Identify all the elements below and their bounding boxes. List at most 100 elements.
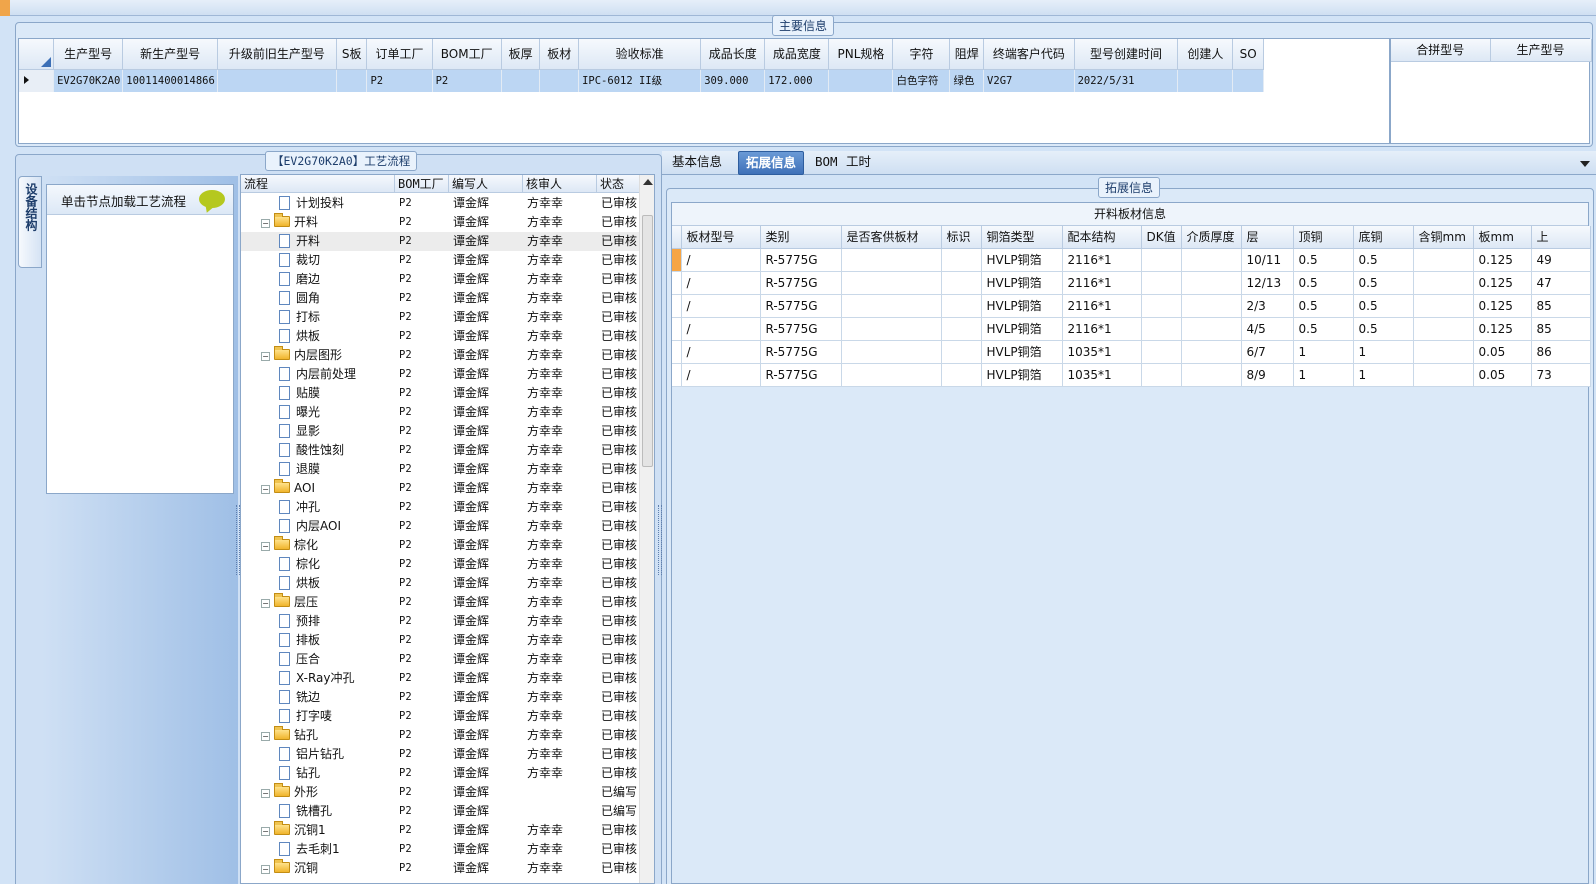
material-cell-2[interactable]: R-5775G bbox=[760, 363, 842, 387]
main-col-header-3[interactable]: 升级前旧生产型号 bbox=[217, 39, 337, 70]
tree-row[interactable]: 酸性蚀刻 P2 谭金辉 方幸幸 已审核 bbox=[241, 441, 641, 460]
material-cell-5[interactable]: HVLP铜箔 bbox=[981, 271, 1063, 295]
main-col-header-6[interactable]: BOM工厂 bbox=[432, 39, 502, 70]
main-cell-10[interactable]: 309.000 bbox=[700, 69, 766, 92]
material-cell-3[interactable] bbox=[841, 340, 942, 364]
material-cell-11[interactable]: 0.5 bbox=[1353, 317, 1414, 341]
material-cell-1[interactable]: / bbox=[681, 271, 761, 295]
main-col-header-18[interactable]: SO bbox=[1232, 39, 1264, 70]
material-col-header-7[interactable]: DK值 bbox=[1141, 226, 1182, 249]
tree-col-header-4[interactable]: 核审人 bbox=[523, 175, 597, 193]
material-row[interactable]: / R-5775G HVLP铜箔 2116*1 4/5 0.5 0.5 0.125 85 bbox=[672, 317, 1591, 341]
material-cell-10[interactable]: 1 bbox=[1293, 363, 1354, 387]
tabs-dropdown-icon[interactable] bbox=[1580, 161, 1590, 167]
collapse-icon[interactable]: − bbox=[261, 789, 270, 798]
row-indicator[interactable] bbox=[672, 317, 682, 341]
collapse-icon[interactable]: − bbox=[261, 219, 270, 228]
main-col-header-1[interactable]: 生产型号 bbox=[53, 39, 124, 70]
grid-corner[interactable] bbox=[19, 39, 55, 70]
material-cell-7[interactable] bbox=[1141, 363, 1182, 387]
collapse-icon[interactable]: − bbox=[261, 542, 270, 551]
material-cell-6[interactable]: 2116*1 bbox=[1062, 294, 1142, 318]
main-col-header-15[interactable]: 终端客户代码 bbox=[983, 39, 1075, 70]
material-col-header-11[interactable]: 底铜 bbox=[1353, 226, 1414, 249]
material-cell-12[interactable] bbox=[1413, 271, 1474, 295]
tree-row[interactable]: − 沉铜1 P2 谭金辉 方幸幸 已审核 bbox=[241, 821, 641, 840]
main-cell-5[interactable]: P2 bbox=[366, 69, 433, 92]
material-col-header-10[interactable]: 顶铜 bbox=[1293, 226, 1354, 249]
collapse-icon[interactable]: − bbox=[261, 352, 270, 361]
material-cell-13[interactable]: 0.05 bbox=[1473, 340, 1532, 364]
main-cell-6[interactable]: P2 bbox=[432, 69, 502, 92]
material-cell-5[interactable]: HVLP铜箔 bbox=[981, 248, 1063, 272]
tree-vertical-scrollbar[interactable] bbox=[639, 175, 654, 883]
main-cell-1[interactable]: EV2G70K2A0 bbox=[53, 69, 124, 92]
material-cell-4[interactable] bbox=[941, 340, 982, 364]
material-cell-2[interactable]: R-5775G bbox=[760, 317, 842, 341]
main-cell-15[interactable]: V2G7 bbox=[983, 69, 1075, 92]
main-cell-7[interactable] bbox=[501, 69, 541, 92]
material-cell-3[interactable] bbox=[841, 248, 942, 272]
material-cell-13[interactable]: 0.05 bbox=[1473, 363, 1532, 387]
material-row[interactable]: / R-5775G HVLP铜箔 1035*1 8/9 1 1 0.05 73 bbox=[672, 363, 1591, 387]
tree-row[interactable]: 显影 P2 谭金辉 方幸幸 已审核 bbox=[241, 422, 641, 441]
material-cell-9[interactable]: 12/13 bbox=[1241, 271, 1294, 295]
row-indicator[interactable] bbox=[672, 340, 682, 364]
tab-1[interactable]: 基本信息 bbox=[665, 151, 729, 175]
main-cell-8[interactable] bbox=[539, 69, 580, 92]
material-cell-9[interactable]: 6/7 bbox=[1241, 340, 1294, 364]
main-col-header-4[interactable]: S板 bbox=[336, 39, 368, 70]
tree-row[interactable]: − 内层图形 P2 谭金辉 方幸幸 已审核 bbox=[241, 346, 641, 365]
material-row[interactable]: / R-5775G HVLP铜箔 1035*1 6/7 1 1 0.05 86 bbox=[672, 340, 1591, 364]
material-cell-7[interactable] bbox=[1141, 248, 1182, 272]
material-cell-3[interactable] bbox=[841, 271, 942, 295]
main-cell-18[interactable] bbox=[1232, 69, 1264, 92]
material-cell-6[interactable]: 2116*1 bbox=[1062, 271, 1142, 295]
material-col-header-2[interactable]: 类别 bbox=[760, 226, 842, 249]
material-cell-9[interactable]: 4/5 bbox=[1241, 317, 1294, 341]
row-indicator[interactable] bbox=[672, 294, 682, 318]
collapse-icon[interactable]: − bbox=[261, 827, 270, 836]
material-cell-10[interactable]: 0.5 bbox=[1293, 271, 1354, 295]
tree-row[interactable]: 铣边 P2 谭金辉 方幸幸 已审核 bbox=[241, 688, 641, 707]
material-cell-5[interactable]: HVLP铜箔 bbox=[981, 294, 1063, 318]
tree-row[interactable]: 打标 P2 谭金辉 方幸幸 已审核 bbox=[241, 308, 641, 327]
material-col-header-4[interactable]: 标识 bbox=[941, 226, 982, 249]
main-cell-11[interactable]: 172.000 bbox=[764, 69, 830, 92]
material-cell-3[interactable] bbox=[841, 317, 942, 341]
tree-row[interactable]: 裁切 P2 谭金辉 方幸幸 已审核 bbox=[241, 251, 641, 270]
tree-row[interactable]: − AOI P2 谭金辉 方幸幸 已审核 bbox=[241, 479, 641, 498]
main-col-header-14[interactable]: 阻焊 bbox=[949, 39, 985, 70]
tree-col-header-5[interactable]: 状态 bbox=[597, 175, 641, 193]
row-indicator[interactable] bbox=[672, 363, 682, 387]
material-cell-14[interactable]: 47 bbox=[1531, 271, 1591, 295]
material-cell-13[interactable]: 0.125 bbox=[1473, 294, 1532, 318]
material-grid[interactable]: 板材型号 类别 是否客供板材 标识 铜箔类型 配本结构 DK值 介质厚度层顶铜 底铜 含铜mm 板m… bbox=[672, 226, 1591, 387]
material-cell-7[interactable] bbox=[1141, 271, 1182, 295]
material-cell-8[interactable] bbox=[1181, 294, 1242, 318]
row-indicator[interactable] bbox=[672, 248, 682, 272]
tab-2[interactable]: 拓展信息 bbox=[738, 151, 805, 175]
material-cell-12[interactable] bbox=[1413, 248, 1474, 272]
material-col-header-14[interactable]: 上 bbox=[1531, 226, 1591, 249]
tree-row[interactable]: 棕化 P2 谭金辉 方幸幸 已审核 bbox=[241, 555, 641, 574]
material-col-header-5[interactable]: 铜箔类型 bbox=[981, 226, 1063, 249]
tree-row[interactable]: 曝光 P2 谭金辉 方幸幸 已审核 bbox=[241, 403, 641, 422]
material-cell-8[interactable] bbox=[1181, 340, 1242, 364]
tree-row[interactable]: 去毛刺1 P2 谭金辉 方幸幸 已审核 bbox=[241, 840, 641, 859]
tree-row[interactable]: − 外形 P2 谭金辉 已编写 bbox=[241, 783, 641, 802]
process-tree[interactable]: 流程 BOM工厂 编写人 核审人 状态 计划投料 P2 谭金辉 方幸幸 已审核 − 开料 P2 谭金辉方… bbox=[240, 174, 655, 884]
tab-4[interactable]: 工时 bbox=[839, 151, 878, 175]
material-cell-10[interactable]: 0.5 bbox=[1293, 248, 1354, 272]
main-col-header-10[interactable]: 成品长度 bbox=[700, 39, 766, 70]
collapse-icon[interactable]: − bbox=[261, 599, 270, 608]
material-cell-9[interactable]: 8/9 bbox=[1241, 363, 1294, 387]
main-col-header-12[interactable]: PNL规格 bbox=[828, 39, 894, 70]
material-cell-4[interactable] bbox=[941, 317, 982, 341]
row-indicator[interactable] bbox=[672, 271, 682, 295]
material-cell-11[interactable]: 0.5 bbox=[1353, 271, 1414, 295]
main-col-header-5[interactable]: 订单工厂 bbox=[366, 39, 433, 70]
material-cell-4[interactable] bbox=[941, 248, 982, 272]
main-grid-row[interactable]: EV2G70K2A0 10011400014866 P2 P2 IPC-6012 II级… bbox=[19, 69, 1264, 92]
splitter-handle-right[interactable] bbox=[658, 505, 662, 575]
